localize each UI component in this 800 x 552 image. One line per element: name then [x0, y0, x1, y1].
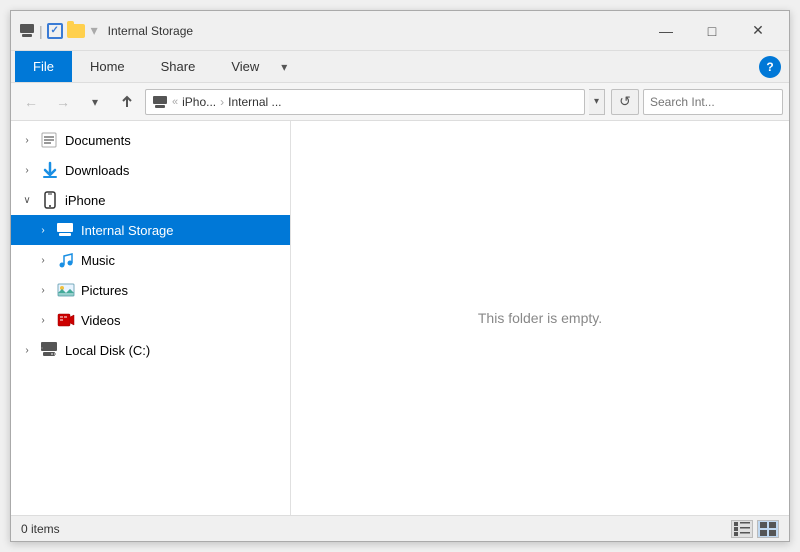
title-folder-icon: [67, 24, 85, 38]
title-check-icon: ✓: [47, 23, 63, 39]
search-input[interactable]: [650, 95, 800, 109]
documents-icon: [40, 132, 60, 148]
main-area: › Documents ›: [11, 121, 789, 515]
expand-local-disk-icon[interactable]: ›: [19, 342, 35, 358]
sidebar-item-documents[interactable]: › Documents: [11, 125, 290, 155]
tab-view[interactable]: View: [213, 51, 277, 82]
expand-internal-storage-icon[interactable]: ›: [35, 222, 51, 238]
status-right: [731, 520, 779, 538]
empty-folder-message: This folder is empty.: [478, 310, 602, 326]
pictures-label: Pictures: [81, 283, 128, 298]
maximize-button[interactable]: □: [689, 16, 735, 46]
tab-share[interactable]: Share: [143, 51, 214, 82]
documents-label: Documents: [65, 133, 131, 148]
title-drive-icon: [19, 23, 35, 39]
ribbon-tabs: File Home Share View ▾ ?: [11, 51, 789, 82]
sidebar-item-pictures[interactable]: › Pictures: [11, 275, 290, 305]
dropdown-button[interactable]: ▾: [81, 89, 109, 115]
path-separator-1: «: [172, 96, 178, 108]
large-icons-view-button[interactable]: [757, 520, 779, 538]
ribbon: File Home Share View ▾ ?: [11, 51, 789, 83]
window-title: Internal Storage: [108, 24, 643, 38]
expand-pictures-icon[interactable]: ›: [35, 282, 51, 298]
sidebar-item-internal-storage[interactable]: › Internal Storage: [11, 215, 290, 245]
minimize-button[interactable]: —: [643, 16, 689, 46]
tab-home[interactable]: Home: [72, 51, 143, 82]
pictures-icon: [56, 282, 76, 298]
iphone-icon: [40, 192, 60, 208]
iphone-label: iPhone: [65, 193, 105, 208]
path-folder-label: Internal ...: [228, 95, 281, 109]
window-controls: — □ ✕: [643, 16, 781, 46]
content-area: This folder is empty.: [291, 121, 789, 515]
sidebar-tree: › Documents ›: [11, 121, 290, 515]
downloads-label: Downloads: [65, 163, 129, 178]
items-count: 0 items: [21, 522, 60, 536]
internal-storage-label: Internal Storage: [81, 223, 174, 238]
local-disk-label: Local Disk (C:): [65, 343, 150, 358]
path-separator-2: ›: [220, 95, 224, 109]
expand-iphone-icon[interactable]: ∨: [19, 192, 35, 208]
sidebar-item-music[interactable]: › Music: [11, 245, 290, 275]
back-button[interactable]: ←: [17, 89, 45, 115]
up-button[interactable]: [113, 89, 141, 115]
details-view-button[interactable]: [731, 520, 753, 538]
refresh-button[interactable]: ↺: [611, 89, 639, 115]
title-separator-2: ▾: [91, 22, 98, 39]
videos-label: Videos: [81, 313, 121, 328]
ribbon-chevron-icon[interactable]: ▾: [277, 56, 291, 78]
music-icon: [56, 252, 76, 268]
title-bar: | ✓ ▾ Internal Storage — □ ✕: [11, 11, 789, 51]
address-path[interactable]: « iPhо... › Internal ...: [145, 89, 585, 115]
address-dropdown-button[interactable]: ▾: [589, 89, 605, 115]
sidebar-item-iphone[interactable]: ∨ iPhone: [11, 185, 290, 215]
local-disk-icon: [40, 342, 60, 358]
title-bar-icons: | ✓ ▾: [19, 22, 100, 39]
sidebar-item-videos[interactable]: › Videos: [11, 305, 290, 335]
expand-documents-icon[interactable]: ›: [19, 132, 35, 148]
status-bar: 0 items: [11, 515, 789, 541]
file-explorer-window: | ✓ ▾ Internal Storage — □ ✕ File Home S…: [10, 10, 790, 542]
help-button[interactable]: ?: [759, 56, 781, 78]
sidebar-item-downloads[interactable]: › Downloads: [11, 155, 290, 185]
internal-storage-icon: [56, 222, 76, 238]
close-button[interactable]: ✕: [735, 16, 781, 46]
path-drive-label: iPhо...: [182, 95, 216, 109]
forward-button[interactable]: →: [49, 89, 77, 115]
downloads-icon: [40, 162, 60, 178]
search-box: 🔍: [643, 89, 783, 115]
expand-videos-icon[interactable]: ›: [35, 312, 51, 328]
expand-downloads-icon[interactable]: ›: [19, 162, 35, 178]
title-separator-1: |: [39, 23, 43, 39]
sidebar-item-local-disk[interactable]: › Local Disk (C:): [11, 335, 290, 365]
tab-file[interactable]: File: [15, 51, 72, 82]
expand-music-icon[interactable]: ›: [35, 252, 51, 268]
sidebar: › Documents ›: [11, 121, 291, 515]
videos-icon: [56, 312, 76, 328]
music-label: Music: [81, 253, 115, 268]
address-bar: ← → ▾ « iPhо... › Internal ... ▾ ↺ 🔍: [11, 83, 789, 121]
